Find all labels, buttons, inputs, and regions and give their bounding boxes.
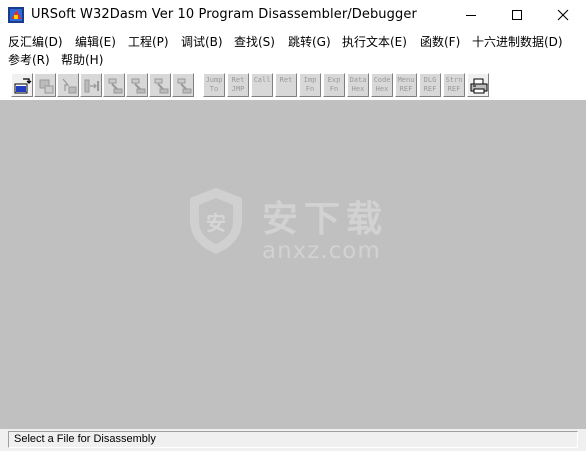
menu-disassembler[interactable]: 反汇编(D) xyxy=(6,33,65,51)
status-panel: Select a File for Disassembly xyxy=(8,431,578,448)
tb-label-bottom: REF xyxy=(423,85,437,93)
call-button[interactable]: Call xyxy=(251,73,273,97)
minimize-button[interactable] xyxy=(448,0,494,30)
menu-search[interactable]: 查找(S) xyxy=(232,33,277,51)
close-icon xyxy=(557,9,569,21)
tb-label-bottom: Fn xyxy=(305,85,315,93)
goto-code-start-button[interactable] xyxy=(103,73,125,97)
watermark-domain: anxz.com xyxy=(262,238,381,264)
menu-ref-button[interactable]: Menu REF xyxy=(395,73,417,97)
tb-label-bottom: To xyxy=(209,85,219,93)
goto-icon xyxy=(177,78,192,94)
app-icon[interactable] xyxy=(8,7,24,23)
tb-label-bottom: Hex xyxy=(375,85,389,93)
open-file-button[interactable] xyxy=(11,73,33,97)
save-button[interactable] xyxy=(34,73,56,97)
tb-label-bottom: JMP xyxy=(231,85,245,93)
tb-label-bottom: REF xyxy=(447,85,461,93)
toolbar: Jump To Ret JMP Call Ret Imp Fn Exp Fn D… xyxy=(0,71,586,99)
menu-hex-data[interactable]: 十六进制数据(D) xyxy=(470,33,565,51)
load-process-icon xyxy=(62,78,77,94)
disassembly-workspace[interactable]: 安 安下载 anxz.com xyxy=(0,100,586,429)
tb-label-top: Menu xyxy=(397,76,415,84)
tb-label-top: Code xyxy=(373,76,391,84)
exp-fn-button[interactable]: Exp Fn xyxy=(323,73,345,97)
tb-label-top: Ret xyxy=(231,76,245,84)
minimize-icon xyxy=(466,15,476,16)
watermark-text: 安下载 xyxy=(262,199,389,240)
imp-fn-button[interactable]: Imp Fn xyxy=(299,73,321,97)
tb-label-bottom: REF xyxy=(399,85,413,93)
step-into-button[interactable] xyxy=(80,73,102,97)
ret-button[interactable]: Ret xyxy=(275,73,297,97)
tb-label-top: DLG xyxy=(423,76,437,84)
maximize-icon xyxy=(512,10,522,20)
tb-label-top: Call xyxy=(253,76,271,84)
tb-label-bottom: Hex xyxy=(351,85,365,93)
menu-debug[interactable]: 调试(B) xyxy=(179,33,225,51)
svg-text:安: 安 xyxy=(206,211,226,235)
tb-label-top: Strn xyxy=(445,76,463,84)
goto-icon xyxy=(154,78,169,94)
title-bar: URSoft W32Dasm Ver 10 Program Disassembl… xyxy=(0,0,586,30)
dlg-ref-button[interactable]: DLG REF xyxy=(419,73,441,97)
load-process-button[interactable] xyxy=(57,73,79,97)
jump-to-button[interactable]: Jump To xyxy=(203,73,225,97)
menu-functions[interactable]: 函数(F) xyxy=(418,33,462,51)
step-icon xyxy=(84,79,99,93)
print-button[interactable] xyxy=(467,73,489,97)
tb-label-top: Ret xyxy=(279,76,293,84)
tb-label-top: Data xyxy=(349,76,367,84)
menu-bar: 反汇编(D) 编辑(E) 工程(P) 调试(B) 查找(S) 跳转(G) 执行文… xyxy=(0,31,586,71)
open-file-icon xyxy=(14,78,32,94)
menu-project[interactable]: 工程(P) xyxy=(126,33,171,51)
menu-help[interactable]: 帮助(H) xyxy=(59,51,105,69)
tb-label-top: Jump xyxy=(205,76,223,84)
status-text: Select a File for Disassembly xyxy=(14,433,156,445)
close-button[interactable] xyxy=(540,0,586,30)
tb-label-top: Imp xyxy=(303,76,317,84)
menu-goto[interactable]: 跳转(G) xyxy=(286,33,333,51)
strn-ref-button[interactable]: Strn REF xyxy=(443,73,465,97)
window-title: URSoft W32Dasm Ver 10 Program Disassembl… xyxy=(31,7,417,22)
goto-program-entry-button[interactable] xyxy=(126,73,148,97)
goto-code-location-button[interactable] xyxy=(172,73,194,97)
code-hex-button[interactable]: Code Hex xyxy=(371,73,393,97)
menu-execute-text[interactable]: 执行文本(E) xyxy=(340,33,409,51)
tb-label-top: Exp xyxy=(327,76,341,84)
goto-icon xyxy=(108,78,123,94)
maximize-button[interactable] xyxy=(494,0,540,30)
tb-label-bottom: Fn xyxy=(329,85,339,93)
goto-page-button[interactable] xyxy=(149,73,171,97)
save-icon xyxy=(39,79,54,94)
status-bar: Select a File for Disassembly xyxy=(0,429,586,451)
ret-jmp-button[interactable]: Ret JMP xyxy=(227,73,249,97)
data-hex-button[interactable]: Data Hex xyxy=(347,73,369,97)
printer-icon xyxy=(470,78,488,94)
menu-edit[interactable]: 编辑(E) xyxy=(73,33,118,51)
goto-icon xyxy=(131,78,146,94)
menu-refs[interactable]: 参考(R) xyxy=(6,51,52,69)
watermark-shield-icon: 安 xyxy=(190,188,242,254)
